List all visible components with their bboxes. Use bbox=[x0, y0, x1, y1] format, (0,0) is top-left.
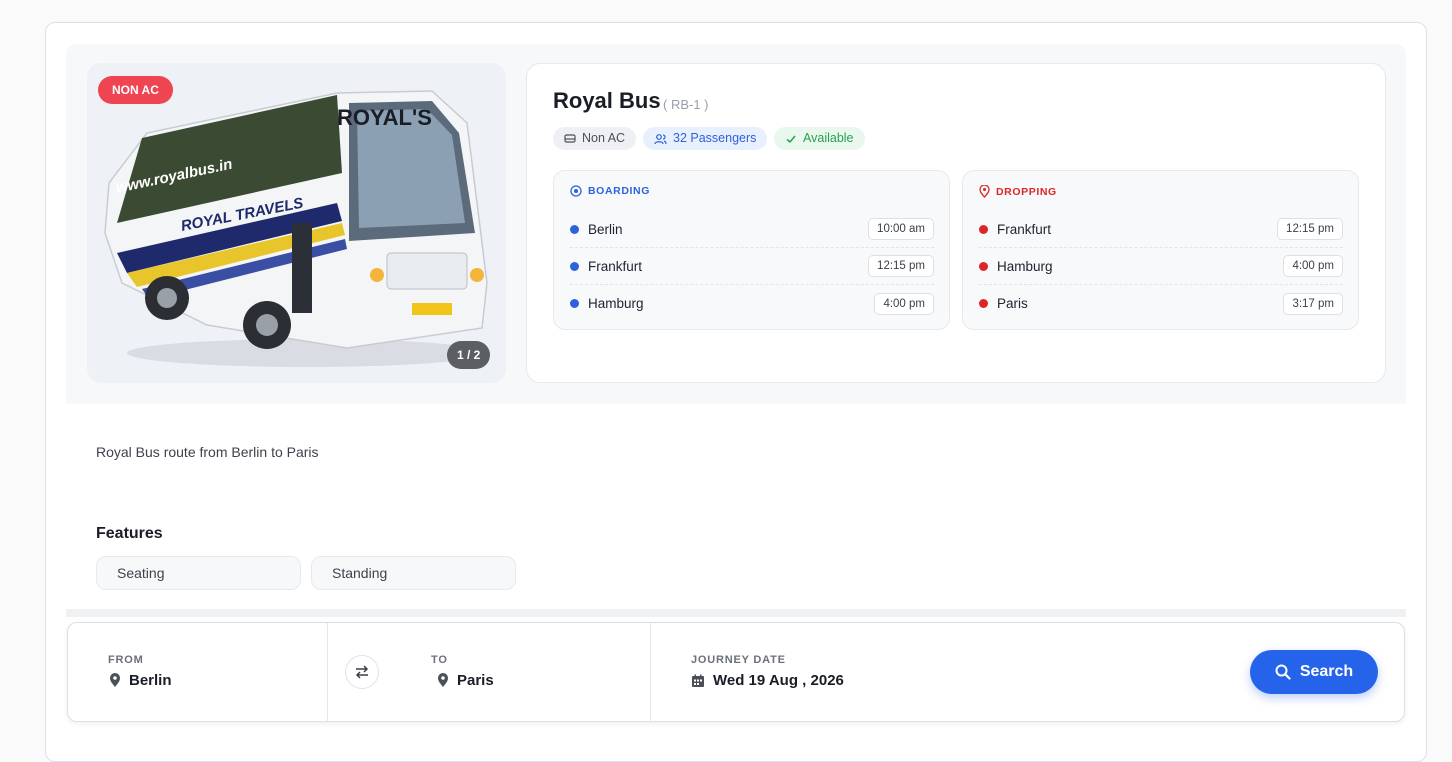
stop-dot bbox=[570, 299, 579, 308]
feature-chip: Seating bbox=[96, 556, 301, 590]
from-value: Berlin bbox=[129, 672, 172, 689]
bus-icon bbox=[564, 133, 576, 143]
journey-date-value: Wed 19 Aug , 2026 bbox=[713, 672, 844, 689]
location-pin-icon bbox=[438, 673, 448, 687]
search-button-label: Search bbox=[1299, 663, 1354, 680]
map-pin-icon bbox=[979, 185, 990, 198]
stop-time: 4:00 pm bbox=[874, 292, 934, 315]
dropping-label: DROPPING bbox=[996, 185, 1057, 198]
dropping-panel: DROPPING Frankfurt 12:15 pm Hamburg 4:00… bbox=[962, 170, 1359, 330]
bus-brand-text: ROYAL'S bbox=[337, 105, 432, 130]
stop-dot bbox=[570, 224, 579, 234]
bus-code: ( RB-1 ) bbox=[663, 97, 709, 112]
to-field[interactable]: Paris bbox=[437, 672, 494, 689]
stop-name: Paris bbox=[997, 296, 1028, 311]
field-separator bbox=[650, 623, 651, 721]
stop-dot bbox=[979, 261, 988, 271]
stop-time: 3:17 pm bbox=[1283, 292, 1343, 315]
boarding-stop: Hamburg 4:00 pm bbox=[570, 285, 934, 322]
stop-dot bbox=[979, 299, 988, 308]
journey-date-label: JOURNEY DATE bbox=[691, 654, 786, 666]
from-field[interactable]: Berlin bbox=[109, 672, 172, 689]
availability-label: Available bbox=[803, 131, 854, 145]
image-counter: 1 / 2 bbox=[447, 341, 491, 369]
stop-name: Frankfurt bbox=[588, 258, 643, 274]
swap-icon bbox=[355, 665, 369, 679]
boarding-stop: Berlin 10:00 am bbox=[570, 211, 934, 248]
users-icon bbox=[654, 133, 667, 144]
passengers-chip: 32 Passengers bbox=[643, 127, 768, 150]
stop-name: Frankfurt bbox=[997, 221, 1052, 237]
to-value: Paris bbox=[457, 672, 494, 689]
target-icon bbox=[570, 185, 582, 197]
dropping-stop: Paris 3:17 pm bbox=[979, 285, 1343, 322]
section-divider bbox=[66, 609, 1406, 617]
stop-time: 4:00 pm bbox=[1283, 255, 1343, 277]
swap-locations-button[interactable] bbox=[345, 655, 379, 689]
features-heading: Features bbox=[96, 525, 163, 542]
calendar-icon bbox=[692, 674, 704, 687]
availability-chip: Available bbox=[774, 127, 865, 150]
bus-image: ROYAL'S ROYAL TRAVELS www.royalbus.in bbox=[104, 90, 488, 367]
route-description: Royal Bus route from Berlin to Paris bbox=[96, 444, 319, 460]
ac-type-badge: NON AC bbox=[98, 76, 173, 104]
boarding-stop: Frankfurt 12:15 pm bbox=[570, 248, 934, 285]
bus-name: Royal Bus bbox=[553, 88, 661, 113]
dropping-stop: Frankfurt 12:15 pm bbox=[979, 211, 1343, 248]
from-label: FROM bbox=[108, 654, 144, 666]
dropping-stop: Hamburg 4:00 pm bbox=[979, 248, 1343, 285]
search-button[interactable]: Search bbox=[1250, 650, 1378, 694]
check-icon bbox=[786, 135, 796, 143]
journey-date-field[interactable]: Wed 19 Aug , 2026 bbox=[691, 672, 844, 689]
stop-dot bbox=[979, 224, 988, 234]
to-label: TO bbox=[431, 654, 448, 666]
stop-dot bbox=[570, 261, 579, 271]
boarding-header: BOARDING bbox=[570, 185, 650, 197]
stop-name: Hamburg bbox=[588, 296, 644, 311]
stop-name: Hamburg bbox=[997, 258, 1053, 274]
passengers-label: 32 Passengers bbox=[673, 131, 757, 145]
boarding-panel: BOARDING Berlin 10:00 am Frankfurt 12:15… bbox=[553, 170, 950, 330]
stop-time: 10:00 am bbox=[868, 218, 934, 240]
bus-type-label: Non AC bbox=[582, 131, 626, 145]
stop-time: 12:15 pm bbox=[868, 255, 934, 277]
search-icon bbox=[1275, 664, 1291, 680]
field-separator bbox=[327, 623, 328, 721]
bus-image-carousel[interactable]: ROYAL'S ROYAL TRAVELS www.royalbus.in bbox=[87, 63, 506, 383]
stop-name: Berlin bbox=[588, 221, 623, 237]
bus-type-chip: Non AC bbox=[553, 127, 637, 150]
location-pin-icon bbox=[110, 673, 120, 687]
dropping-header: DROPPING bbox=[979, 185, 1057, 198]
feature-chip: Standing bbox=[311, 556, 516, 590]
boarding-label: BOARDING bbox=[588, 185, 650, 197]
stop-time: 12:15 pm bbox=[1277, 218, 1343, 240]
